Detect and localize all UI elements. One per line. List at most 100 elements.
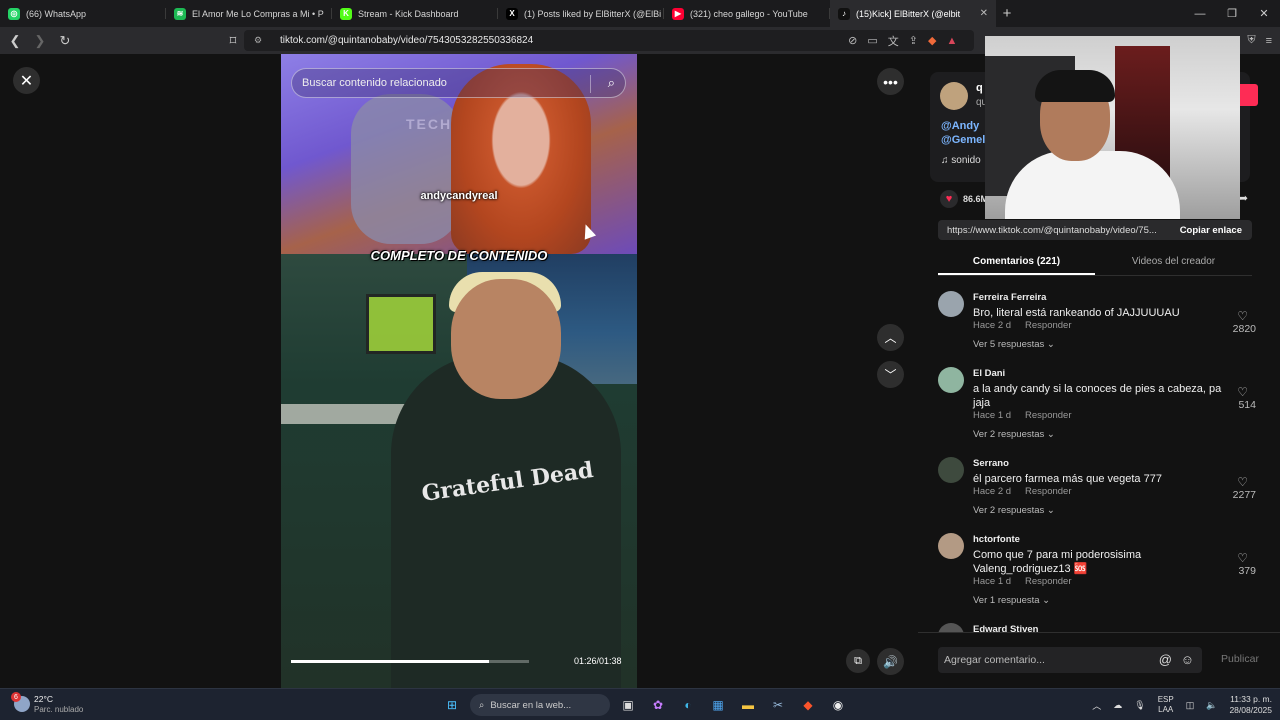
- view-replies-button[interactable]: Ver 1 respuesta ⌄: [973, 595, 1050, 606]
- tab-creator-videos[interactable]: Videos del creador: [1095, 250, 1252, 275]
- author-name[interactable]: q: [976, 82, 983, 94]
- commenter-name[interactable]: El Dani: [973, 368, 1005, 379]
- related-search-input[interactable]: Buscar contenido relacionado ⌕: [291, 68, 626, 98]
- edge-icon[interactable]: ◐: [676, 693, 700, 717]
- comment-composer: Agregar comentario... @ ☺ Publicar: [918, 632, 1280, 688]
- mention-link[interactable]: @Gemel: [941, 134, 985, 146]
- snipping-tool-icon[interactable]: ✂: [766, 693, 790, 717]
- comment-like-icon[interactable]: ♡: [1237, 551, 1248, 565]
- reply-button[interactable]: Responder: [1025, 576, 1071, 587]
- copy-link-button[interactable]: Copiar enlace: [1180, 225, 1242, 236]
- reader-mode-icon[interactable]: ⊘: [848, 34, 857, 47]
- commenter-name[interactable]: Serrano: [973, 458, 1009, 469]
- forward-button[interactable]: ❯: [30, 31, 50, 51]
- share-icon[interactable]: ⇪: [909, 34, 918, 47]
- commenter-avatar[interactable]: [938, 291, 964, 317]
- weather-temp: 22°C: [34, 694, 53, 704]
- mention-link[interactable]: @Andy: [941, 120, 979, 132]
- comment-meta: Hace 1 d Responder: [973, 410, 1072, 421]
- site-info-icon[interactable]: ⚙: [254, 35, 266, 46]
- search-icon[interactable]: ⌕: [608, 75, 615, 91]
- close-window-button[interactable]: ✕: [1248, 0, 1280, 27]
- view-replies-button[interactable]: Ver 2 respuestas ⌄: [973, 505, 1055, 516]
- network-app-icon[interactable]: ☁: [1113, 700, 1122, 711]
- browser-tab[interactable]: K Stream - Kick Dashboard: [332, 0, 498, 27]
- comment-like-icon[interactable]: ♡: [1237, 309, 1248, 323]
- copilot-icon[interactable]: ✿: [646, 693, 670, 717]
- restore-button[interactable]: ❐: [1216, 0, 1248, 27]
- tab-title: (321) cheo gallego - YouTube: [690, 8, 808, 19]
- back-button[interactable]: ❮: [5, 31, 25, 51]
- reply-button[interactable]: Responder: [1025, 320, 1071, 331]
- tab-comments[interactable]: Comentarios (221): [938, 250, 1095, 275]
- comment-time: Hace 2 d: [973, 486, 1012, 497]
- view-replies-button[interactable]: Ver 5 respuestas ⌄: [973, 339, 1055, 350]
- browser-tab[interactable]: ♪ (15)Kick] ElBitterX (@elbit ✕: [830, 0, 996, 27]
- more-options-button[interactable]: •••: [877, 68, 904, 95]
- wallet-icon[interactable]: ⛨: [1247, 34, 1255, 47]
- publish-button[interactable]: Publicar: [1221, 653, 1259, 665]
- commenter-avatar[interactable]: [938, 623, 964, 632]
- reply-button[interactable]: Responder: [1025, 410, 1071, 421]
- commenter-name[interactable]: hctorfonte: [973, 534, 1020, 545]
- comment-item: Edward Stiven: [938, 619, 1260, 632]
- rewards-icon[interactable]: ▲: [946, 35, 957, 47]
- next-video-button[interactable]: ﹀: [877, 361, 904, 388]
- commenter-name[interactable]: Ferreira Ferreira: [973, 292, 1046, 303]
- minimize-button[interactable]: —: [1184, 0, 1216, 27]
- reply-button[interactable]: Responder: [1025, 486, 1071, 497]
- taskbar-apps: ⊞ ⌕ Buscar en la web... ▣ ✿ ◐ ▦ ▬ ✂ ◆ ◉: [440, 693, 850, 717]
- man-face: [451, 279, 561, 399]
- commenter-avatar[interactable]: [938, 457, 964, 483]
- picture-in-picture-button[interactable]: ⧉: [846, 649, 870, 673]
- browser-tab-bar: ◎ (66) WhatsApp ≋ El Amor Me Lo Compras a M…: [0, 0, 1280, 27]
- obs-icon[interactable]: ◉: [826, 693, 850, 717]
- comment-like-icon[interactable]: ♡: [1237, 385, 1248, 399]
- microphone-icon[interactable]: 🎙: [1134, 700, 1145, 711]
- browser-tab[interactable]: ≋ El Amor Me Lo Compras a Mi • P: [166, 0, 332, 27]
- task-view-icon[interactable]: ▣: [616, 693, 640, 717]
- mention-icon[interactable]: @: [1159, 652, 1172, 667]
- previous-video-button[interactable]: ︿: [877, 324, 904, 351]
- speaker-icon[interactable]: 🔈: [1206, 700, 1217, 711]
- commenter-avatar[interactable]: [938, 367, 964, 393]
- browser-tab[interactable]: X (1) Posts liked by ElBitterX (@ElBi: [498, 0, 664, 27]
- author-avatar[interactable]: [940, 82, 968, 110]
- webcam-person-body: [1005, 151, 1180, 219]
- brave-shield-icon[interactable]: ◆: [928, 34, 936, 47]
- brave-icon[interactable]: ◆: [796, 693, 820, 717]
- file-explorer-icon[interactable]: ▬: [736, 693, 760, 717]
- video-player[interactable]: TECHNI andycandyreal Grateful Dead COMPL…: [281, 54, 637, 688]
- store-icon[interactable]: ▦: [706, 693, 730, 717]
- wifi-icon[interactable]: ◫: [1186, 700, 1195, 711]
- lang-layout: LAA: [1158, 705, 1174, 714]
- close-tab-icon[interactable]: ✕: [980, 8, 988, 19]
- video-progress-bar[interactable]: [291, 660, 529, 663]
- clock[interactable]: 11:33 p. m. 28/08/2025: [1229, 694, 1272, 716]
- comment-input[interactable]: Agregar comentario... @ ☺: [938, 647, 1202, 673]
- commenter-avatar[interactable]: [938, 533, 964, 559]
- windows-start-icon[interactable]: ⊞: [440, 693, 464, 717]
- volume-button[interactable]: 🔊: [877, 648, 904, 675]
- translate-icon[interactable]: 文: [888, 33, 899, 49]
- taskbar-search[interactable]: ⌕ Buscar en la web...: [470, 694, 610, 716]
- browser-tab[interactable]: ▶ (321) cheo gallego - YouTube: [664, 0, 830, 27]
- bookmark-icon[interactable]: ⌑: [223, 31, 243, 51]
- sound-link[interactable]: ♫ sonido: [941, 155, 981, 166]
- comment-meta: Hace 2 d Responder: [973, 486, 1072, 497]
- like-button[interactable]: ♥ 86.6M: [940, 190, 988, 208]
- reload-button[interactable]: ↻: [55, 31, 75, 51]
- cast-icon[interactable]: ▭: [867, 34, 877, 47]
- browser-tab[interactable]: ◎ (66) WhatsApp: [0, 0, 166, 27]
- emoji-icon[interactable]: ☺: [1181, 652, 1194, 667]
- close-video-button[interactable]: ✕: [13, 67, 40, 94]
- comment-like-icon[interactable]: ♡: [1237, 475, 1248, 489]
- view-replies-button[interactable]: Ver 2 respuestas ⌄: [973, 429, 1055, 440]
- menu-icon[interactable]: ≡: [1266, 35, 1272, 47]
- weather-widget[interactable]: 6 22°C Parc. nublado: [11, 692, 83, 714]
- comment-like-count: 379: [1238, 565, 1256, 577]
- language-indicator[interactable]: ESP LAA: [1158, 695, 1174, 715]
- new-tab-button[interactable]: +: [996, 3, 1018, 25]
- commenter-name[interactable]: Edward Stiven: [973, 624, 1038, 632]
- show-hidden-icons[interactable]: ︿: [1092, 699, 1101, 712]
